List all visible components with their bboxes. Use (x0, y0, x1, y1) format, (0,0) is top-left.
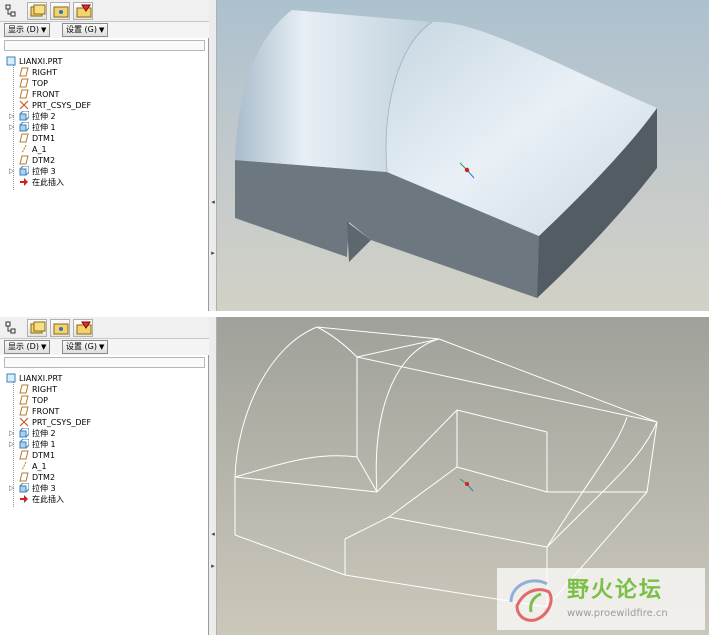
show-layers-button[interactable] (27, 319, 47, 337)
folder-star-icon (53, 6, 69, 18)
tree-item-extrude-3[interactable]: ▷ 拉伸 3 (9, 165, 56, 177)
extrude-icon (19, 482, 30, 493)
csys-marker-icon (459, 478, 474, 492)
tree-item-right[interactable]: RIGHT (19, 67, 57, 78)
csys-icon (19, 417, 29, 427)
dropdown-arrow-icon: ▼ (40, 343, 47, 351)
model-tree-toolbar (0, 0, 209, 22)
watermark-url: www.proewildfire.cn (567, 608, 668, 619)
dropdown-arrow-icon: ▼ (99, 26, 105, 34)
extrude-icon (19, 110, 30, 121)
tree-item-insert-here[interactable]: 在此插入 (19, 494, 64, 505)
tree-filters-button[interactable] (73, 2, 93, 20)
settings-menu-button[interactable]: 设置 (G) ▼ (62, 340, 109, 354)
tree-item-extrude-2[interactable]: ▷ 拉伸 2 (9, 110, 56, 122)
datum-axis-icon (19, 144, 29, 154)
tree-structure-icon[interactable] (4, 3, 18, 19)
expand-arrow-icon[interactable]: ▷ (9, 122, 14, 133)
expand-arrow-icon[interactable]: ▷ (9, 428, 14, 439)
tree-search-field[interactable] (4, 357, 205, 368)
expand-right-icon[interactable]: ▸ (209, 248, 217, 258)
dropdown-arrow-icon: ▼ (40, 26, 47, 34)
insert-here-icon (19, 494, 29, 504)
expand-arrow-icon[interactable]: ▷ (9, 166, 14, 177)
expand-arrow-icon[interactable]: ▷ (9, 439, 14, 450)
layers-icon (30, 321, 46, 334)
expand-right-icon[interactable]: ▸ (209, 561, 217, 571)
extrude-icon (19, 427, 30, 438)
folder-star-icon (53, 323, 69, 335)
watermark-banner: 野火论坛 www.proewildfire.cn (497, 568, 705, 630)
tree-item-root[interactable]: LIANXI.PRT (6, 56, 62, 67)
model-tree-toolbar (0, 317, 209, 339)
tree-item-front[interactable]: FRONT (19, 89, 59, 100)
shaded-view-pane: 显示 (D) ▼ 设置 (G) ▼ LIANXI.PRT RIGHT TOP FRO… (0, 0, 709, 311)
part-icon (6, 373, 16, 383)
tree-search-field[interactable] (4, 40, 205, 51)
tree-item-dtm2[interactable]: DTM2 (19, 472, 55, 483)
tree-item-extrude-3[interactable]: ▷ 拉伸 3 (9, 482, 56, 494)
datum-plane-icon (19, 472, 29, 482)
datum-plane-icon (19, 67, 29, 77)
collapse-left-icon[interactable]: ◂ (209, 529, 217, 539)
tree-item-axis[interactable]: A_1 (19, 461, 47, 472)
tree-item-insert-here[interactable]: 在此插入 (19, 177, 64, 188)
part-icon (6, 56, 16, 66)
datum-plane-icon (19, 89, 29, 99)
tree-filters-button[interactable] (73, 319, 93, 337)
wildfire-logo-icon (509, 579, 553, 622)
datum-axis-icon (19, 461, 29, 471)
tree-item-dtm1[interactable]: DTM1 (19, 450, 55, 461)
tree-item-csys[interactable]: PRT_CSYS_DEF (19, 100, 91, 111)
layers-icon (30, 4, 46, 17)
expand-arrow-icon[interactable]: ▷ (9, 483, 14, 494)
tree-item-top[interactable]: TOP (19, 395, 48, 406)
extrude-icon (19, 165, 30, 176)
tree-item-front[interactable]: FRONT (19, 406, 59, 417)
folder-filter-icon (76, 4, 92, 18)
model-tree-panel: 显示 (D) ▼ 设置 (G) ▼ LIANXI.PRT RIGHT TOP FRO… (0, 317, 209, 635)
panel-splitter[interactable]: ◂ ▸ (209, 317, 217, 635)
watermark-title: 野火论坛 (567, 578, 664, 603)
tree-columns-button[interactable] (50, 2, 70, 20)
datum-plane-icon (19, 406, 29, 416)
dropdown-arrow-icon: ▼ (99, 343, 105, 351)
tree-structure-icon[interactable] (4, 320, 18, 336)
datum-plane-icon (19, 155, 29, 165)
extrude-icon (19, 438, 30, 449)
extrude-icon (19, 121, 30, 132)
datum-plane-icon (19, 133, 29, 143)
insert-here-icon (19, 177, 29, 187)
datum-plane-icon (19, 450, 29, 460)
datum-plane-icon (19, 395, 29, 405)
folder-filter-icon (76, 321, 92, 335)
display-menu-button[interactable]: 显示 (D) ▼ (4, 340, 51, 354)
tree-item-extrude-1[interactable]: ▷ 拉伸 1 (9, 438, 56, 450)
csys-icon (19, 100, 29, 110)
shaded-model (235, 10, 657, 298)
display-menu-button[interactable]: 显示 (D) ▼ (4, 23, 51, 37)
model-tree-panel: 显示 (D) ▼ 设置 (G) ▼ LIANXI.PRT RIGHT TOP FRO… (0, 0, 209, 311)
collapse-left-icon[interactable]: ◂ (209, 197, 217, 207)
model-tree-menus: 显示 (D) ▼ 设置 (G) ▼ (0, 339, 209, 355)
show-layers-button[interactable] (27, 2, 47, 20)
datum-plane-icon (19, 384, 29, 394)
tree-item-dtm2[interactable]: DTM2 (19, 155, 55, 166)
tree-item-extrude-1[interactable]: ▷ 拉伸 1 (9, 121, 56, 133)
expand-arrow-icon[interactable]: ▷ (9, 111, 14, 122)
tree-columns-button[interactable] (50, 319, 70, 337)
tree-item-extrude-2[interactable]: ▷ 拉伸 2 (9, 427, 56, 439)
tree-item-csys[interactable]: PRT_CSYS_DEF (19, 417, 91, 428)
model-tree-menus: 显示 (D) ▼ 设置 (G) ▼ (0, 22, 209, 38)
tree-item-dtm1[interactable]: DTM1 (19, 133, 55, 144)
tree-item-top[interactable]: TOP (19, 78, 48, 89)
datum-plane-icon (19, 78, 29, 88)
tree-item-root[interactable]: LIANXI.PRT (6, 373, 62, 384)
tree-item-right[interactable]: RIGHT (19, 384, 57, 395)
settings-menu-button[interactable]: 设置 (G) ▼ (62, 23, 109, 37)
panel-splitter[interactable]: ◂ ▸ (209, 0, 217, 311)
graphics-window-shaded[interactable] (217, 0, 709, 311)
tree-item-axis[interactable]: A_1 (19, 144, 47, 155)
